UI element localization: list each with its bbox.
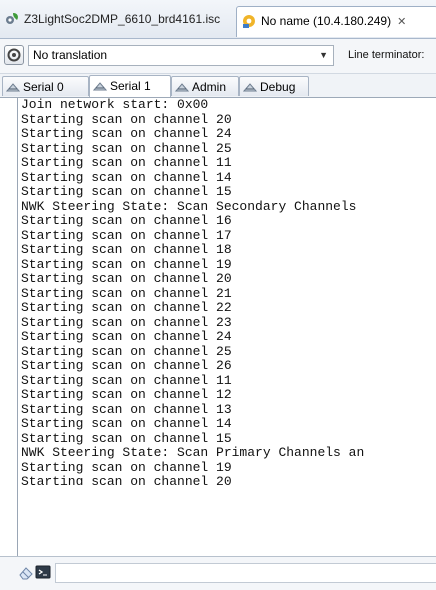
translation-select[interactable]: No translation ▼ [28,45,334,66]
close-icon[interactable]: ✕ [397,16,406,28]
console-line: Starting scan on channel 11 [21,155,232,170]
serial-port-icon [93,82,107,91]
console-line: Starting scan on channel 12 [21,387,232,402]
tab-label: Serial 1 [110,79,151,93]
terminal-icon[interactable] [35,564,51,580]
editor-tab-isc[interactable]: Z3LightSoc2DMP_6610_brd4161.isc [0,8,236,30]
editor-tab-label: No name (10.4.180.249) [261,14,392,28]
console-line: Starting scan on channel 25 [21,140,232,156]
tab-label: Debug [260,80,296,94]
console-line: Starting scan on channel 21 [21,285,232,301]
chevron-down-icon: ▼ [319,50,328,60]
console-line: Starting scan on channel 15 [21,184,232,199]
editor-tab-label: Z3LightSoc2DMP_6610_brd4161.isc [24,12,221,26]
console-line: NWK Steering State: Scan Primary Channel… [21,445,365,460]
console-line: NWK Steering State: Scan Secondary Chann… [21,198,357,214]
console-tabs: Serial 0 Serial 1 Admin Debug [0,74,436,98]
tab-serial-0[interactable]: Serial 0 [2,76,89,96]
gear-icon [7,48,21,62]
tab-label: Admin [192,80,227,94]
command-bar [0,556,436,590]
translation-settings-button[interactable] [4,45,24,65]
serial-port-icon [243,83,257,92]
console-line: Starting scan on channel 20 [21,111,232,127]
console-line: Starting scan on channel 11 [21,372,232,388]
console-line: Join network start: 0x00 [21,98,209,112]
console-line: Starting scan on channel 25 [21,343,232,359]
tab-admin[interactable]: Admin [171,76,239,96]
translation-toolbar: No translation ▼ Line terminator: [0,39,436,74]
editor-tab-device[interactable]: No name (10.4.180.249) ✕ [236,6,436,37]
editor-tab-strip: Z3LightSoc2DMP_6610_brd4161.isc No name … [0,0,436,39]
console-line: Starting scan on channel 24 [21,126,232,141]
console-line: Starting scan on channel 22 [21,300,232,315]
console-line: Starting scan on channel 23 [21,314,232,330]
console-line: Starting scan on channel 19 [21,256,232,272]
serial-port-icon [6,83,20,92]
console-line: Starting scan on channel 16 [21,213,232,228]
network-device-icon [243,15,255,28]
console-line: Starting scan on channel 18 [21,242,232,257]
translation-select-value: No translation [33,48,108,62]
command-input[interactable] [55,563,436,583]
console-output[interactable]: Join network start: 0x00 Starting scan on… [17,98,436,556]
serial-port-icon [175,83,189,92]
console-line: Starting scan on channel 26 [21,358,232,373]
console-line: Starting scan on channel 19 [21,459,232,475]
line-terminator-label: Line terminator: [348,49,425,61]
console-line: Starting scan on channel 20 [21,475,232,485]
console-line: Starting scan on channel 13 [21,401,232,417]
gear-leaf-icon [6,13,18,24]
console-line: Starting scan on channel 14 [21,416,232,431]
console-line: Starting scan on channel 20 [21,271,232,286]
tab-serial-1[interactable]: Serial 1 [89,75,171,97]
console-line: Starting scan on channel 14 [21,169,232,185]
tab-label: Serial 0 [23,80,64,94]
console-line: Starting scan on channel 15 [21,430,232,446]
console-line: Starting scan on channel 17 [21,227,232,243]
console-line: Starting scan on channel 24 [21,329,232,344]
tab-debug[interactable]: Debug [239,76,309,96]
eraser-icon[interactable] [18,565,34,581]
